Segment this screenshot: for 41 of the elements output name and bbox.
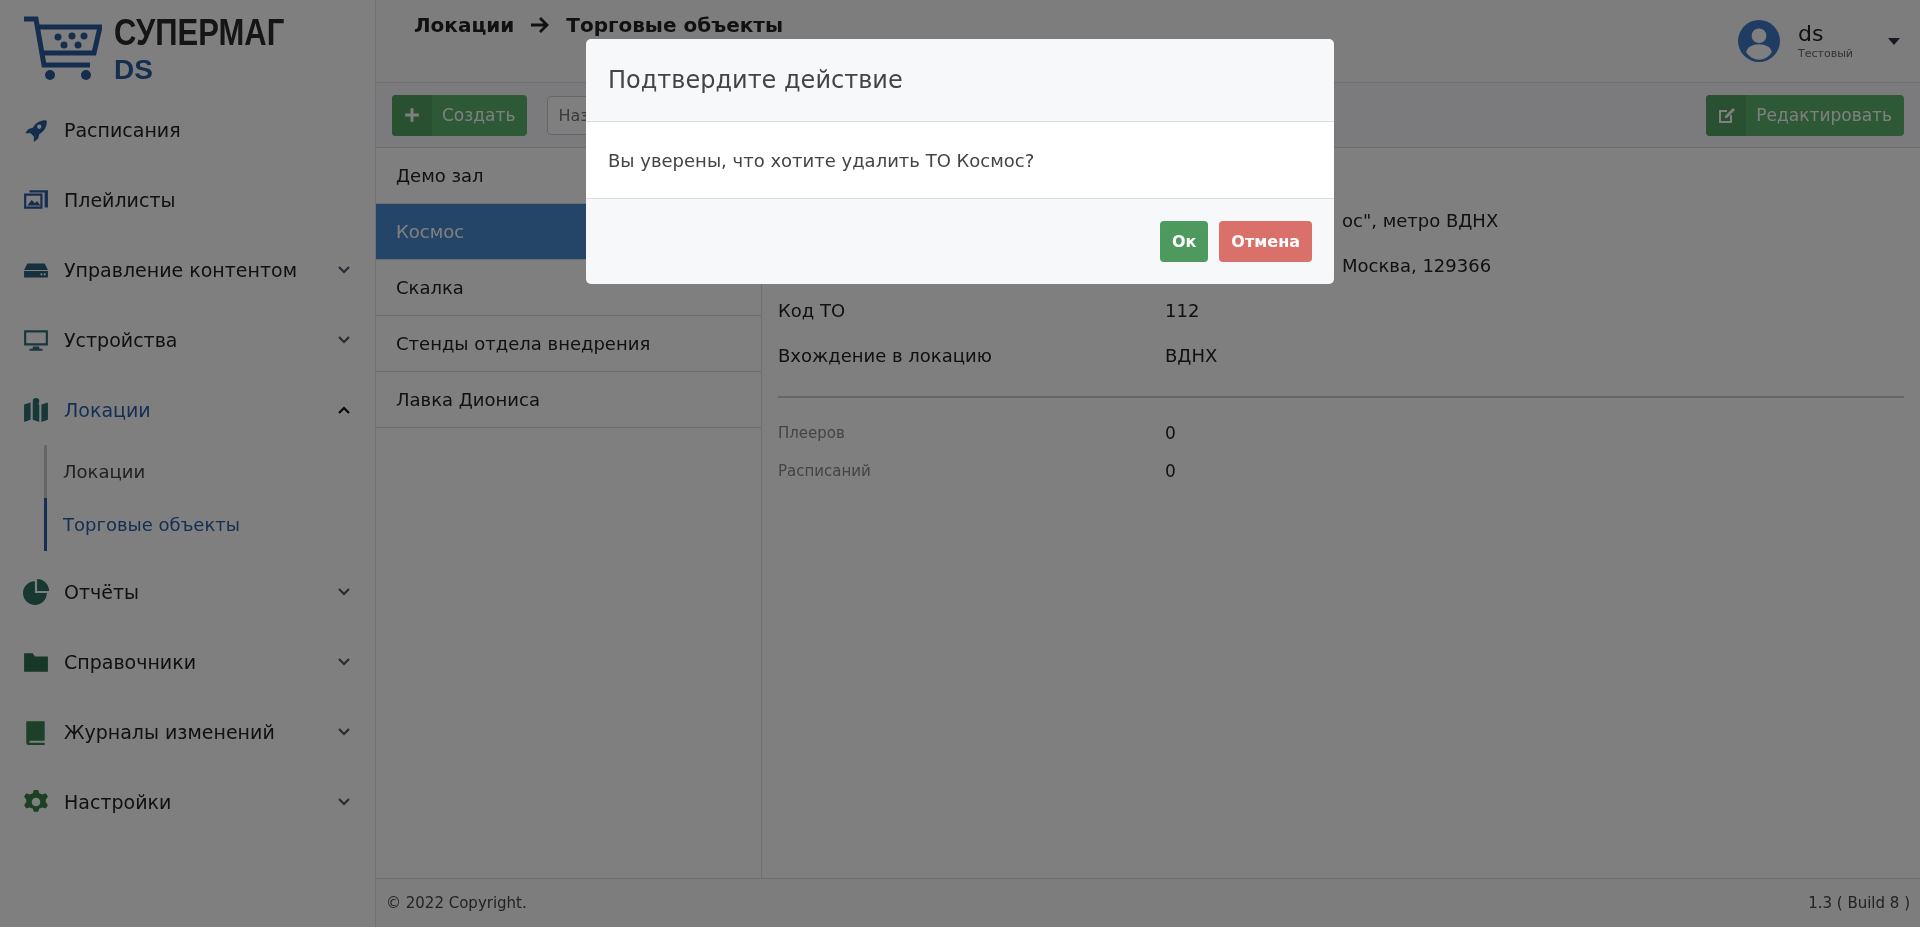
- map-icon: [22, 397, 50, 423]
- dropdown-caret-icon[interactable]: [1888, 37, 1900, 45]
- sidebar-item[interactable]: Плейлисты: [0, 165, 375, 235]
- edit-icon: [1716, 105, 1737, 125]
- detail-label: Расписаний: [778, 462, 872, 480]
- version-text: 1.3 ( Build 8 ): [1808, 894, 1910, 912]
- plus-icon: [404, 107, 420, 123]
- sidebar-item[interactable]: Управление контентом: [0, 235, 375, 305]
- detail-value: 112: [1165, 300, 1200, 321]
- ok-button[interactable]: Ок: [1159, 221, 1209, 262]
- cancel-button[interactable]: Отмена: [1219, 221, 1312, 262]
- detail-value: Москва, 129366: [1342, 255, 1492, 276]
- dialog-title: Подтвердите действие: [608, 66, 903, 94]
- list-item[interactable]: Лавка Диониса: [376, 372, 761, 428]
- detail-value: 0: [1165, 461, 1176, 481]
- user-name: ds: [1798, 22, 1825, 47]
- detail-label: Код ТО: [778, 300, 847, 321]
- sidebar-item[interactable]: Справочники: [0, 627, 375, 697]
- breadcrumb-item[interactable]: Локации: [414, 13, 515, 37]
- sidebar-item[interactable]: Отчёты: [0, 557, 375, 627]
- sidebar-item[interactable]: Устройства: [0, 305, 375, 375]
- monitor-icon: [22, 327, 50, 353]
- copyright-text: © 2022 Copyright.: [386, 894, 527, 912]
- detail-value: ВДНХ: [1165, 345, 1218, 366]
- pie-icon: [22, 579, 50, 605]
- logo-subtitle: DS: [114, 55, 154, 84]
- user-avatar-icon: [1738, 20, 1780, 62]
- sidebar-item[interactable]: Локации: [0, 375, 375, 445]
- logo-title: СУПЕРМАГ: [114, 13, 285, 51]
- detail-value: ос", метро ВДНХ: [1342, 210, 1499, 231]
- gear-icon: [22, 789, 50, 815]
- breadcrumb-item: Торговые объекты: [566, 13, 783, 37]
- sidebar-item[interactable]: Настройки: [0, 767, 375, 837]
- sidebar-item[interactable]: Журналы изменений: [0, 697, 375, 767]
- sidebar-item[interactable]: Расписания: [0, 95, 375, 165]
- arrow-right-icon: [530, 16, 551, 34]
- list-item[interactable]: Стенды отдела внедрения: [376, 316, 761, 372]
- detail-label: Вхождение в локацию: [778, 345, 993, 366]
- user-role: Тестовый: [1798, 46, 1854, 60]
- detail-value: 0: [1165, 423, 1176, 443]
- detail-label: Плееров: [778, 424, 846, 442]
